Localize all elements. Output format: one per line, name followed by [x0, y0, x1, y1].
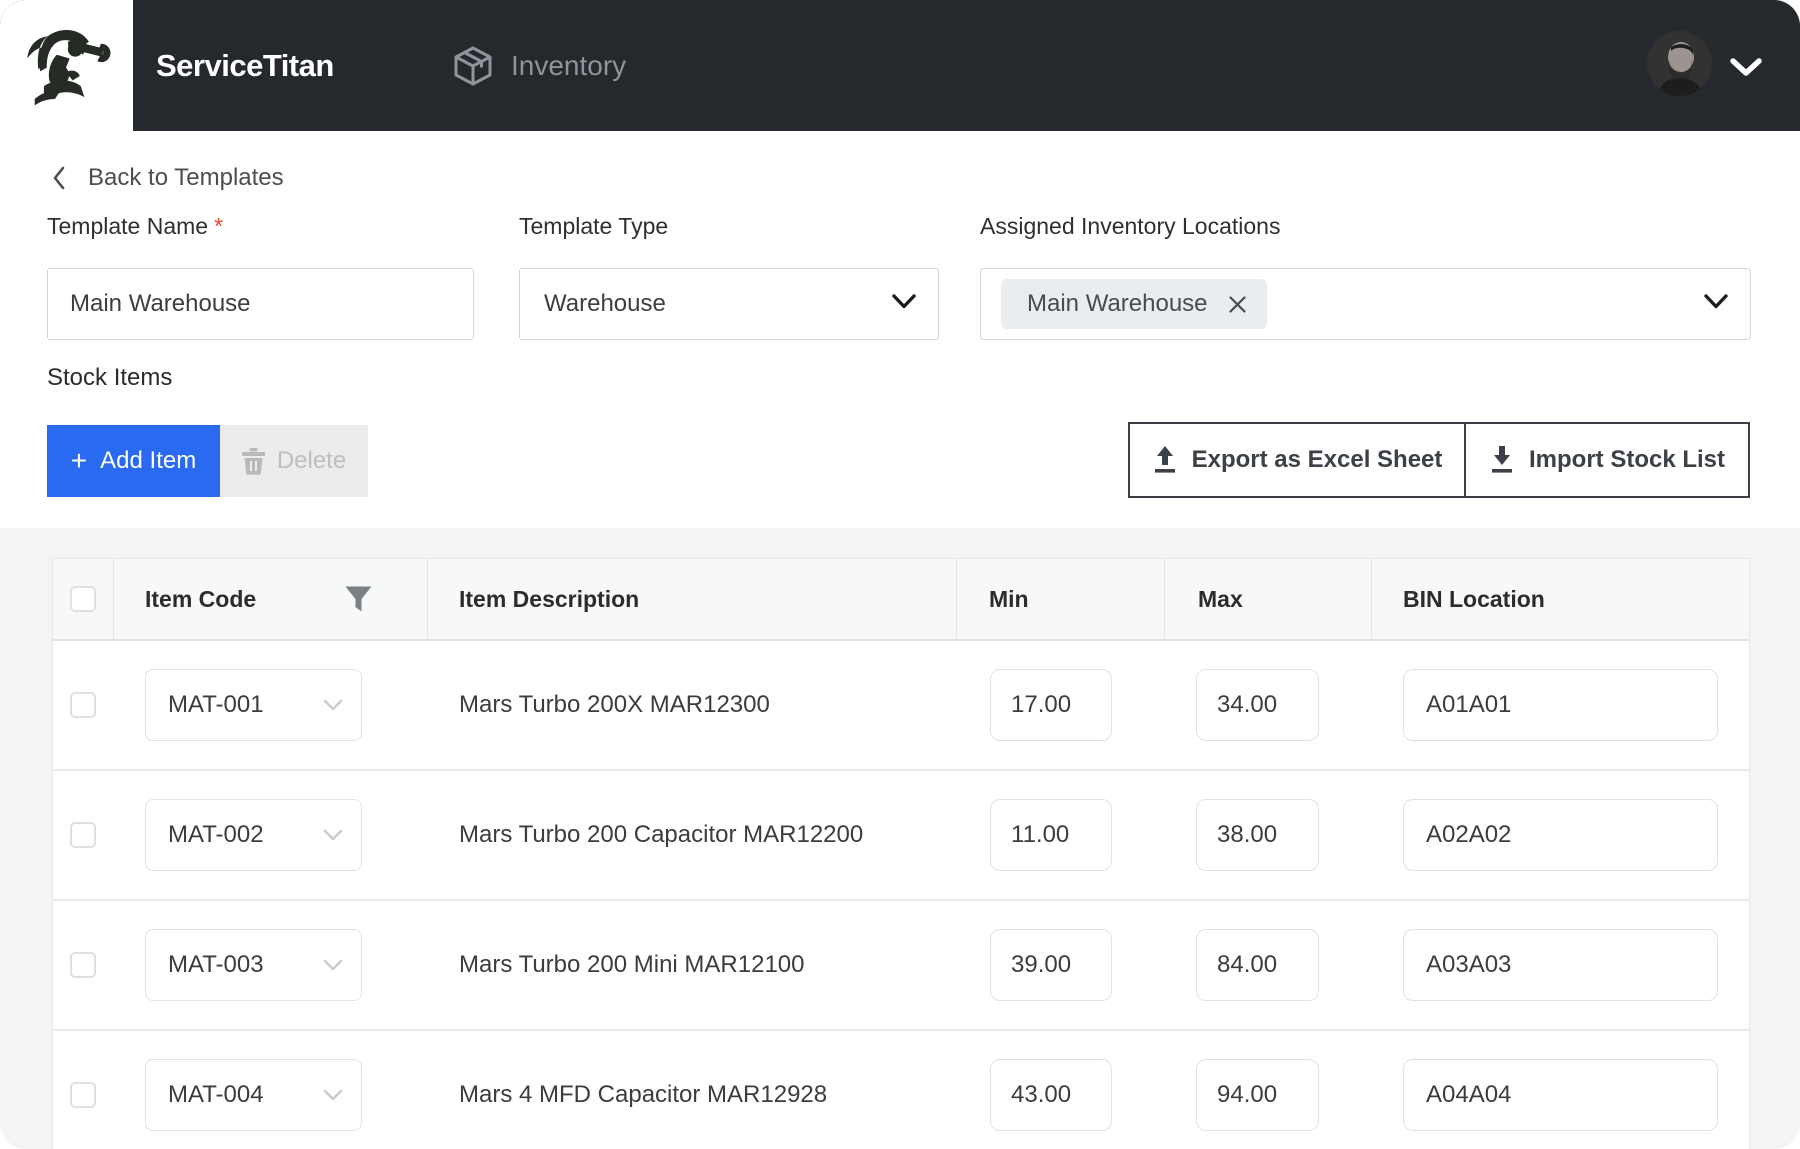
- table-row: MAT-001 Mars Turbo 200X MAR12300: [53, 641, 1749, 771]
- column-divider: [956, 559, 957, 639]
- item-code-value: MAT-004: [168, 1081, 264, 1109]
- col-header-item-code[interactable]: Item Code: [145, 559, 256, 639]
- required-asterisk: *: [214, 213, 223, 239]
- col-header-description[interactable]: Item Description: [459, 559, 639, 639]
- bin-location-input[interactable]: [1403, 1059, 1718, 1131]
- brand-title: ServiceTitan: [156, 0, 334, 131]
- inventory-template-page: ServiceTitan Inventory: [0, 0, 1800, 1149]
- item-description: Mars Turbo 200 Capacitor MAR12200: [459, 771, 863, 899]
- column-divider: [1164, 559, 1165, 639]
- item-code-value: MAT-003: [168, 951, 264, 979]
- template-type-label: Template Type: [519, 213, 668, 240]
- chevron-down-icon: [323, 959, 343, 971]
- item-description: Mars 4 MFD Capacitor MAR12928: [459, 1031, 827, 1149]
- import-stock-button[interactable]: Import Stock List: [1466, 424, 1748, 496]
- template-name-input[interactable]: [47, 268, 474, 340]
- min-input[interactable]: [990, 929, 1112, 1001]
- plus-icon: +: [71, 445, 87, 477]
- stock-items-heading: Stock Items: [47, 364, 172, 392]
- select-all-checkbox[interactable]: [70, 586, 96, 612]
- trash-icon: [242, 448, 265, 475]
- download-icon: [1489, 446, 1515, 474]
- assigned-locations-label: Assigned Inventory Locations: [980, 213, 1280, 240]
- template-name-label: Template Name*: [47, 213, 223, 240]
- bin-location-input[interactable]: [1403, 929, 1718, 1001]
- column-divider: [113, 559, 114, 639]
- upload-icon: [1152, 446, 1178, 474]
- servicetitan-mascot-icon: [20, 18, 112, 110]
- min-input[interactable]: [990, 1059, 1112, 1131]
- item-description: Mars Turbo 200X MAR12300: [459, 641, 770, 769]
- item-code-value: MAT-001: [168, 691, 264, 719]
- item-code-select[interactable]: MAT-004: [145, 1059, 362, 1131]
- item-code-select[interactable]: MAT-003: [145, 929, 362, 1001]
- col-header-max[interactable]: Max: [1198, 559, 1243, 639]
- table-row: MAT-003 Mars Turbo 200 Mini MAR12100: [53, 901, 1749, 1031]
- chevron-down-icon: [323, 699, 343, 711]
- row-checkbox[interactable]: [70, 822, 96, 848]
- export-excel-button[interactable]: Export as Excel Sheet: [1130, 424, 1466, 496]
- table-section: Item Code Item Description Min Max BIN L…: [0, 528, 1800, 1149]
- min-input[interactable]: [990, 799, 1112, 871]
- stock-items-table: Item Code Item Description Min Max BIN L…: [52, 558, 1750, 1149]
- chevron-left-icon: [52, 166, 66, 190]
- min-input[interactable]: [990, 669, 1112, 741]
- chip-remove-icon[interactable]: [1228, 295, 1247, 314]
- chevron-down-icon: [1704, 294, 1728, 314]
- inventory-cube-icon: [452, 45, 494, 92]
- assigned-locations-select[interactable]: Main Warehouse: [980, 268, 1751, 340]
- add-item-button[interactable]: + Add Item: [47, 425, 220, 497]
- filter-funnel-icon[interactable]: [345, 586, 372, 617]
- max-input[interactable]: [1196, 1059, 1319, 1131]
- chevron-down-icon: [323, 829, 343, 841]
- delete-button[interactable]: Delete: [220, 425, 368, 497]
- bin-location-input[interactable]: [1403, 799, 1718, 871]
- user-menu-chevron-down-icon[interactable]: [1729, 56, 1763, 83]
- app-title: Inventory: [511, 0, 626, 131]
- max-input[interactable]: [1196, 929, 1319, 1001]
- back-link-label: Back to Templates: [88, 164, 284, 192]
- add-item-label: Add Item: [100, 447, 196, 475]
- export-import-group: Export as Excel Sheet Import Stock List: [1128, 422, 1750, 498]
- template-type-value: Warehouse: [544, 290, 666, 318]
- delete-label: Delete: [277, 447, 346, 475]
- item-description: Mars Turbo 200 Mini MAR12100: [459, 901, 805, 1029]
- row-checkbox[interactable]: [70, 1082, 96, 1108]
- import-label: Import Stock List: [1529, 446, 1725, 474]
- top-bar: ServiceTitan Inventory: [0, 0, 1800, 131]
- user-avatar[interactable]: [1647, 31, 1712, 96]
- back-to-templates-link[interactable]: Back to Templates: [52, 163, 284, 193]
- servicetitan-logo[interactable]: [0, 0, 133, 131]
- column-divider: [1371, 559, 1372, 639]
- table-row: MAT-004 Mars 4 MFD Capacitor MAR12928: [53, 1031, 1749, 1149]
- column-divider: [427, 559, 428, 639]
- chevron-down-icon: [323, 1089, 343, 1101]
- location-chip-label: Main Warehouse: [1027, 290, 1208, 318]
- template-type-select[interactable]: Warehouse: [519, 268, 939, 340]
- row-checkbox[interactable]: [70, 692, 96, 718]
- row-checkbox[interactable]: [70, 952, 96, 978]
- chevron-down-icon: [892, 294, 916, 314]
- item-code-select[interactable]: MAT-001: [145, 669, 362, 741]
- col-header-bin[interactable]: BIN Location: [1403, 559, 1545, 639]
- location-chip: Main Warehouse: [1001, 279, 1267, 329]
- max-input[interactable]: [1196, 799, 1319, 871]
- col-header-min[interactable]: Min: [989, 559, 1029, 639]
- table-row: MAT-002 Mars Turbo 200 Capacitor MAR1220…: [53, 771, 1749, 901]
- export-label: Export as Excel Sheet: [1192, 446, 1443, 474]
- max-input[interactable]: [1196, 669, 1319, 741]
- table-header-row: Item Code Item Description Min Max BIN L…: [53, 559, 1749, 641]
- item-code-select[interactable]: MAT-002: [145, 799, 362, 871]
- item-code-value: MAT-002: [168, 821, 264, 849]
- bin-location-input[interactable]: [1403, 669, 1718, 741]
